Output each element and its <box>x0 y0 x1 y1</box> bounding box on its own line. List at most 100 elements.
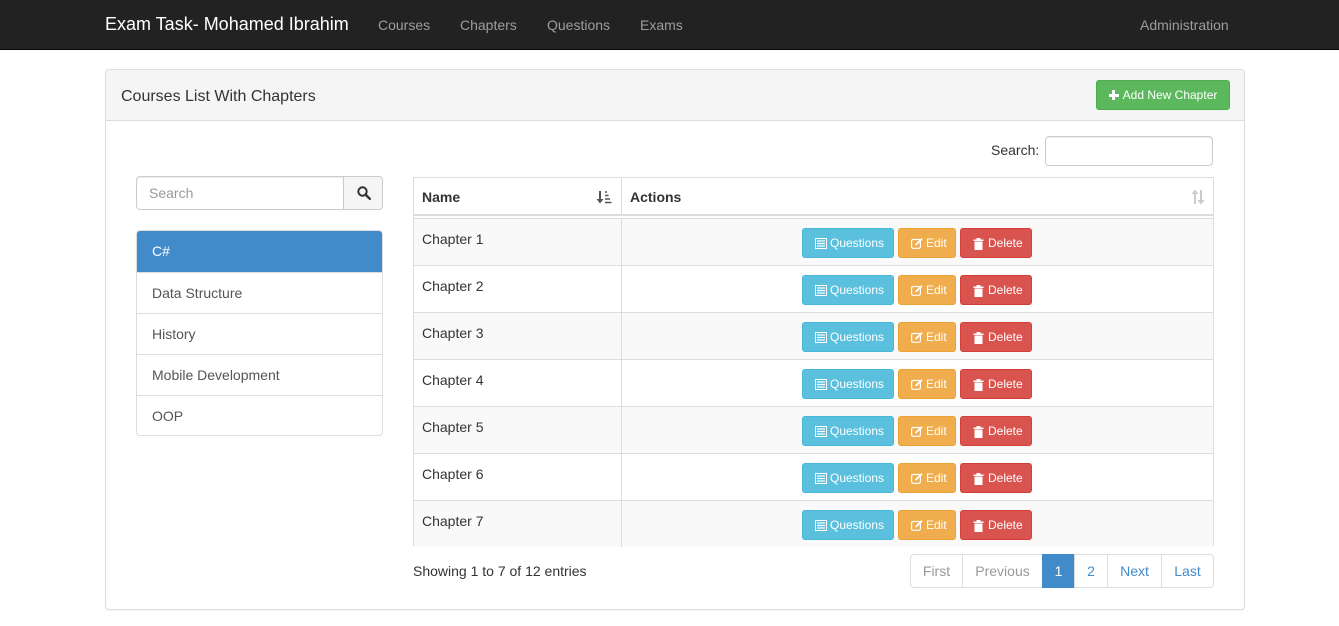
actions-cell: Questions Edit Delete <box>622 219 1213 265</box>
edit-button[interactable]: Edit <box>898 510 956 540</box>
table-row: Chapter 6 Questions Edit Delete <box>414 453 1213 500</box>
pagination-last[interactable]: Last <box>1161 554 1214 588</box>
pagination-page-1[interactable]: 1 <box>1042 554 1075 588</box>
course-search-group <box>136 176 383 210</box>
list-icon <box>815 426 827 437</box>
edit-button[interactable]: Edit <box>898 416 956 446</box>
table-info: Showing 1 to 7 of 12 entries <box>413 563 587 579</box>
edit-icon <box>911 426 923 437</box>
table-row: Chapter 4 Questions Edit Delete <box>414 359 1213 406</box>
actions-cell: Questions Edit Delete <box>622 360 1213 406</box>
search-icon <box>357 186 371 200</box>
trash-icon <box>973 379 984 391</box>
edit-button[interactable]: Edit <box>898 322 956 352</box>
course-item-oop[interactable]: OOP <box>137 395 382 435</box>
sort-ascending-icon <box>596 191 612 204</box>
chapter-name-cell: Chapter 4 <box>414 360 622 406</box>
table-search-input[interactable] <box>1045 136 1213 166</box>
nav-link-administration[interactable]: Administration <box>1140 15 1229 35</box>
pagination-page-2[interactable]: 2 <box>1074 554 1108 588</box>
nav-link-questions[interactable]: Questions <box>547 15 610 35</box>
course-item-data-structure[interactable]: Data Structure <box>137 272 382 313</box>
questions-button-label: Questions <box>830 236 885 250</box>
edit-button[interactable]: Edit <box>898 228 956 258</box>
questions-button-label: Questions <box>830 518 885 532</box>
nav-link-chapters[interactable]: Chapters <box>460 15 517 35</box>
edit-button[interactable]: Edit <box>898 275 956 305</box>
table-search-label: Search: <box>991 142 1040 158</box>
table-row: Chapter 3 Questions Edit Delete <box>414 312 1213 359</box>
edit-icon <box>911 285 923 296</box>
list-icon <box>815 238 827 249</box>
questions-button[interactable]: Questions <box>802 275 894 305</box>
delete-button-label: Delete <box>988 377 1023 391</box>
plus-icon <box>1108 90 1119 100</box>
list-icon <box>815 473 827 484</box>
edit-button-label: Edit <box>926 236 947 250</box>
questions-button[interactable]: Questions <box>802 510 894 540</box>
edit-icon <box>911 332 923 343</box>
chapter-name-cell: Chapter 1 <box>414 219 622 265</box>
pagination-next[interactable]: Next <box>1107 554 1162 588</box>
pagination-first[interactable]: First <box>910 554 963 588</box>
edit-icon <box>911 473 923 484</box>
delete-button[interactable]: Delete <box>960 463 1032 493</box>
course-item-history[interactable]: History <box>137 313 382 354</box>
delete-button-label: Delete <box>988 283 1023 297</box>
questions-button-label: Questions <box>830 424 885 438</box>
column-header-actions[interactable]: Actions <box>622 178 1213 216</box>
panel-title: Courses List With Chapters <box>121 88 316 105</box>
course-search-button[interactable] <box>343 176 383 210</box>
delete-button-label: Delete <box>988 471 1023 485</box>
delete-button-label: Delete <box>988 424 1023 438</box>
delete-button[interactable]: Delete <box>960 369 1032 399</box>
pagination-previous[interactable]: Previous <box>962 554 1043 588</box>
edit-button-label: Edit <box>926 424 947 438</box>
questions-button[interactable]: Questions <box>802 228 894 258</box>
delete-button[interactable]: Delete <box>960 228 1032 258</box>
questions-button[interactable]: Questions <box>802 463 894 493</box>
course-list: C# Data Structure History Mobile Develop… <box>136 230 383 436</box>
column-header-name[interactable]: Name <box>414 178 622 216</box>
course-search-input[interactable] <box>136 176 344 210</box>
course-item-mobile-development[interactable]: Mobile Development <box>137 354 382 395</box>
trash-icon <box>973 332 984 344</box>
edit-icon <box>911 238 923 249</box>
actions-cell: Questions Edit Delete <box>622 501 1213 547</box>
edit-button[interactable]: Edit <box>898 463 956 493</box>
edit-button-label: Edit <box>926 471 947 485</box>
nav-link-courses[interactable]: Courses <box>378 15 430 35</box>
top-navbar: Exam Task- Mohamed Ibrahim Courses Chapt… <box>0 0 1339 50</box>
delete-button[interactable]: Delete <box>960 416 1032 446</box>
chapters-table: Name Actions Chapter 1 Questions Edit Delet… <box>413 177 1214 547</box>
delete-button-label: Delete <box>988 330 1023 344</box>
nav-link-exams[interactable]: Exams <box>640 15 683 35</box>
delete-button[interactable]: Delete <box>960 510 1032 540</box>
edit-button-label: Edit <box>926 377 947 391</box>
delete-button[interactable]: Delete <box>960 322 1032 352</box>
add-new-chapter-label: Add New Chapter <box>1122 88 1218 102</box>
trash-icon <box>973 238 984 250</box>
list-icon <box>815 285 827 296</box>
questions-button[interactable]: Questions <box>802 416 894 446</box>
questions-button-label: Questions <box>830 471 885 485</box>
navbar-brand[interactable]: Exam Task- Mohamed Ibrahim <box>105 14 349 34</box>
chapter-name-cell: Chapter 5 <box>414 407 622 453</box>
edit-button[interactable]: Edit <box>898 369 956 399</box>
add-new-chapter-button[interactable]: Add New Chapter <box>1096 80 1230 110</box>
questions-button-label: Questions <box>830 283 885 297</box>
delete-button-label: Delete <box>988 236 1023 250</box>
table-row: Chapter 2 Questions Edit Delete <box>414 265 1213 312</box>
questions-button-label: Questions <box>830 377 885 391</box>
trash-icon <box>973 473 984 485</box>
list-icon <box>815 332 827 343</box>
actions-cell: Questions Edit Delete <box>622 454 1213 500</box>
questions-button[interactable]: Questions <box>802 369 894 399</box>
trash-icon <box>973 426 984 438</box>
course-item-csharp[interactable]: C# <box>137 231 382 272</box>
questions-button[interactable]: Questions <box>802 322 894 352</box>
edit-button-label: Edit <box>926 518 947 532</box>
list-icon <box>815 520 827 531</box>
trash-icon <box>973 285 984 297</box>
delete-button[interactable]: Delete <box>960 275 1032 305</box>
